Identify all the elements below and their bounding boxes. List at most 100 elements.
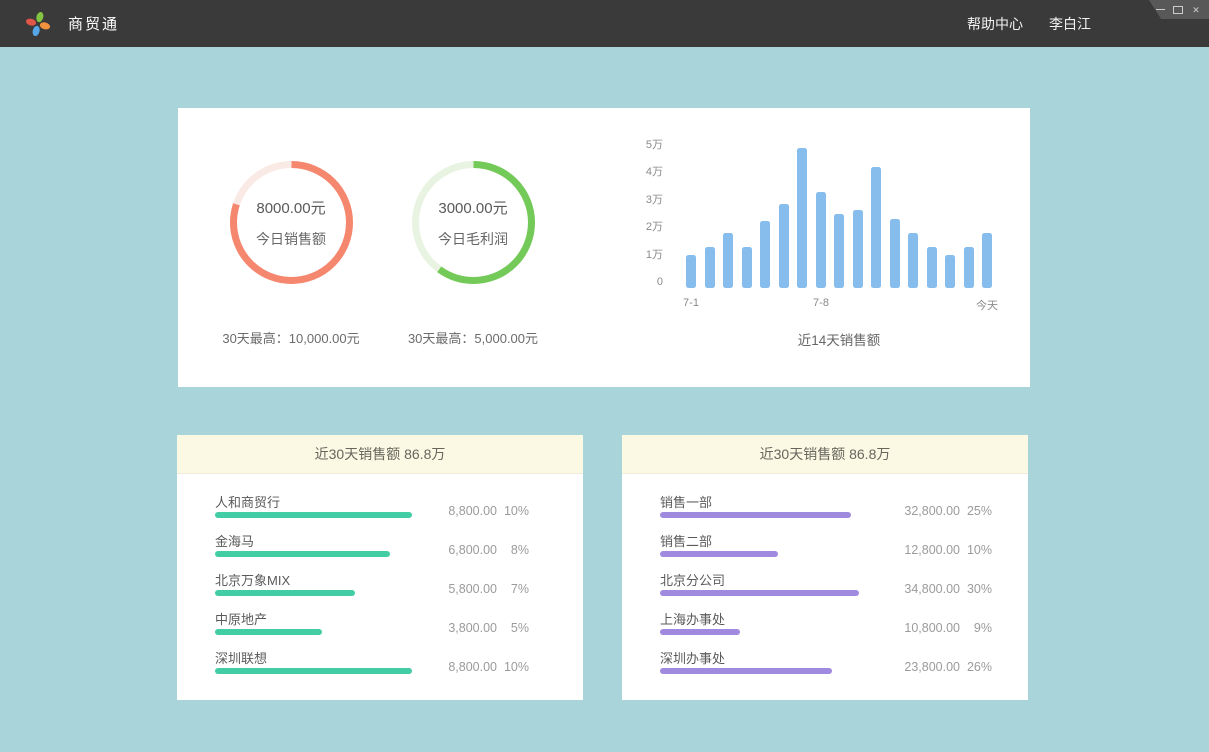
rank-row-bar (660, 629, 740, 635)
rank-row-pct: 10% (497, 504, 529, 518)
rank-row-value: 32,800.00 (904, 504, 960, 518)
bar (853, 210, 863, 288)
bar (816, 192, 826, 288)
rank-row: 上海办事处 10,800.00 9% (622, 608, 1028, 647)
help-center-link[interactable]: 帮助中心 (967, 14, 1023, 34)
rank-row-values: 23,800.00 26% (904, 660, 992, 674)
rank-row: 北京万象MIX 5,800.00 7% (177, 569, 583, 608)
bar (964, 247, 974, 288)
rank-row-values: 8,800.00 10% (448, 504, 529, 518)
rank-row-bar (215, 551, 390, 557)
rank-row-value: 23,800.00 (904, 660, 960, 674)
rank-row-value: 8,800.00 (448, 504, 497, 518)
today-sales-value: 8000.00元 (256, 197, 325, 218)
user-name-link[interactable]: 李白江 (1049, 14, 1091, 34)
bar-chart-title: 近14天销售额 (686, 329, 992, 349)
rank-row-values: 10,800.00 9% (904, 621, 992, 635)
rank-row: 深圳办事处 23,800.00 26% (622, 647, 1028, 686)
close-icon: ✕ (1192, 5, 1200, 15)
rank-row-value: 6,800.00 (448, 543, 497, 557)
titlebar: 商贸通 帮助中心 李白江 (0, 0, 1209, 47)
today-profit-value: 3000.00元 (438, 197, 507, 218)
rank-row-label: 销售二部 (660, 531, 712, 550)
rank-row: 销售一部 32,800.00 25% (622, 491, 1028, 530)
bar (908, 233, 918, 288)
x-tick-first: 7-1 (683, 297, 699, 309)
y-tick-label: 3万 (633, 193, 663, 207)
rank-row-values: 6,800.00 8% (448, 543, 529, 557)
customers-rank-list: 人和商贸行 8,800.00 10% 金海马 6,800.00 8% 北京万象M… (177, 474, 583, 686)
rank-row-label: 上海办事处 (660, 609, 725, 628)
bar-plot (686, 128, 992, 288)
bar (890, 219, 900, 288)
rank-row-label: 金海马 (215, 531, 254, 550)
rank-row-value: 34,800.00 (904, 582, 960, 596)
rank-row-value: 12,800.00 (904, 543, 960, 557)
bar (686, 255, 696, 288)
customers-rank-title: 近30天销售额 86.8万 (177, 435, 583, 474)
rank-row-bar (660, 590, 859, 596)
y-tick-label: 1万 (633, 248, 663, 262)
rank-row: 销售二部 12,800.00 10% (622, 530, 1028, 569)
rank-row-label: 中原地产 (215, 609, 267, 628)
x-tick-last: 今天 (976, 297, 998, 313)
sales-14d-bar-chart: 01万2万3万4万5万 7-1 7-8 今天 近14天销售额 (633, 108, 1023, 387)
y-tick-label: 0 (633, 275, 663, 289)
rank-row: 人和商贸行 8,800.00 10% (177, 491, 583, 530)
rank-row-pct: 5% (497, 621, 529, 635)
app-title: 商贸通 (68, 13, 119, 34)
rank-row-bar (660, 668, 832, 674)
rank-row-values: 5,800.00 7% (448, 582, 529, 596)
rank-row-bar (660, 512, 851, 518)
today-sales-30d-max: 30天最高：10,000.00元 (196, 328, 386, 347)
rank-row-label: 销售一部 (660, 492, 712, 511)
bar (797, 148, 807, 288)
rank-row-values: 32,800.00 25% (904, 504, 992, 518)
bar (779, 204, 789, 288)
bar (834, 214, 844, 288)
bar (760, 221, 770, 288)
rank-row-pct: 7% (497, 582, 529, 596)
minimize-icon (1156, 9, 1165, 10)
rank-row-label: 深圳联想 (215, 648, 267, 667)
rank-row-bar (215, 590, 355, 596)
rank-row-values: 12,800.00 10% (904, 543, 992, 557)
x-tick-middle: 7-8 (813, 297, 829, 309)
bar (723, 233, 733, 288)
rank-row-values: 34,800.00 30% (904, 582, 992, 596)
today-profit-30d-max: 30天最高：5,000.00元 (378, 328, 568, 347)
today-sales-gauge: 8000.00元 今日销售额 30天最高：10,000.00元 (196, 108, 386, 285)
rank-row-pct: 10% (497, 660, 529, 674)
rank-row-value: 8,800.00 (448, 660, 497, 674)
rank-row-values: 3,800.00 5% (448, 621, 529, 635)
rank-row: 金海马 6,800.00 8% (177, 530, 583, 569)
bar (945, 255, 955, 288)
bar (705, 247, 715, 288)
today-profit-gauge: 3000.00元 今日毛利润 30天最高：5,000.00元 (378, 108, 568, 285)
rank-row-bar (660, 551, 778, 557)
rank-row: 中原地产 3,800.00 5% (177, 608, 583, 647)
rank-row: 深圳联想 8,800.00 10% (177, 647, 583, 686)
rank-row-bar (215, 512, 412, 518)
rank-row-pct: 26% (960, 660, 992, 674)
y-axis: 01万2万3万4万5万 (633, 108, 663, 308)
bar (982, 233, 992, 288)
rank-row-label: 深圳办事处 (660, 648, 725, 667)
y-tick-label: 5万 (633, 138, 663, 152)
today-sales-label: 今日销售额 (256, 229, 326, 249)
y-tick-label: 4万 (633, 165, 663, 179)
rank-row-pct: 25% (960, 504, 992, 518)
rank-row-label: 人和商贸行 (215, 492, 280, 511)
close-button[interactable]: ✕ (1191, 5, 1201, 15)
rank-row-bar (215, 668, 412, 674)
today-overview-card: 8000.00元 今日销售额 30天最高：10,000.00元 3000.00元… (178, 108, 1030, 387)
rank-row-pct: 10% (960, 543, 992, 557)
rank-row-bar (215, 629, 322, 635)
maximize-icon (1173, 6, 1183, 14)
bar (927, 247, 937, 288)
maximize-button[interactable] (1173, 5, 1183, 15)
rank-row-value: 10,800.00 (904, 621, 960, 635)
rank-row-pct: 8% (497, 543, 529, 557)
rank-row-values: 8,800.00 10% (448, 660, 529, 674)
rank-row: 北京分公司 34,800.00 30% (622, 569, 1028, 608)
